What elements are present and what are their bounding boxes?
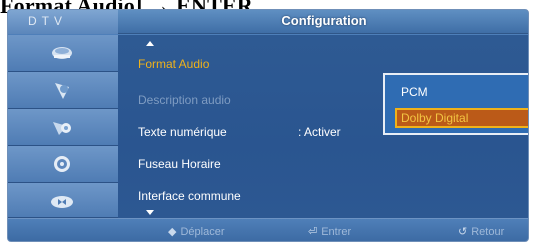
menu-item-label: Texte numérique bbox=[138, 125, 227, 139]
window-title: Configuration bbox=[281, 13, 367, 28]
scroll-down-arrow-icon[interactable] bbox=[146, 210, 154, 215]
help-bar: ◆ Déplacer ⏎ Entrer ↺ Retour bbox=[8, 218, 528, 241]
enter-hint: ⏎ Entrer bbox=[308, 226, 352, 238]
brand-tab: DTV bbox=[8, 10, 118, 34]
title-bar: DTV Configuration bbox=[8, 10, 528, 34]
menu-item-format-audio[interactable]: Format Audio bbox=[138, 57, 209, 75]
sidebar-item-setup[interactable] bbox=[8, 146, 118, 183]
format-audio-options-popup: PCM Dolby Digital bbox=[383, 73, 528, 135]
option-dolby-digital[interactable]: Dolby Digital bbox=[395, 108, 528, 128]
menu-item-texte-numerique[interactable]: Texte numérique bbox=[138, 125, 227, 143]
menu-item-fuseau-horaire[interactable]: Fuseau Horaire bbox=[138, 157, 221, 175]
texte-numerique-value: : Activer bbox=[298, 125, 341, 139]
menu-item-interface-commune[interactable]: Interface commune bbox=[138, 189, 241, 207]
channel-icon bbox=[49, 116, 75, 138]
return-icon: ↺ bbox=[458, 226, 468, 238]
enter-icon: ⏎ bbox=[308, 226, 318, 238]
move-hint: ◆ Déplacer bbox=[168, 226, 225, 238]
sidebar-item-channel[interactable] bbox=[8, 109, 118, 146]
scroll-up-arrow-icon[interactable] bbox=[146, 41, 154, 46]
setup-gear-icon bbox=[49, 153, 75, 175]
sidebar-item-sound[interactable] bbox=[8, 72, 118, 109]
move-updown-icon: ◆ bbox=[168, 226, 177, 238]
category-sidebar bbox=[8, 35, 118, 218]
option-pcm[interactable]: PCM bbox=[395, 82, 528, 102]
settings-panel: Format Audio Description audio Texte num… bbox=[118, 35, 528, 218]
menu-item-description-audio: Description audio bbox=[138, 93, 231, 107]
sidebar-item-input[interactable] bbox=[8, 183, 118, 218]
sound-icon bbox=[49, 79, 75, 101]
return-hint: ↺ Retour bbox=[458, 226, 505, 238]
picture-icon bbox=[49, 42, 75, 64]
sidebar-item-picture[interactable] bbox=[8, 35, 118, 72]
tv-menu-window: DTV Configuration Format Audio Descripti… bbox=[7, 9, 529, 242]
input-icon bbox=[49, 190, 75, 212]
brand-label: DTV bbox=[28, 14, 67, 28]
